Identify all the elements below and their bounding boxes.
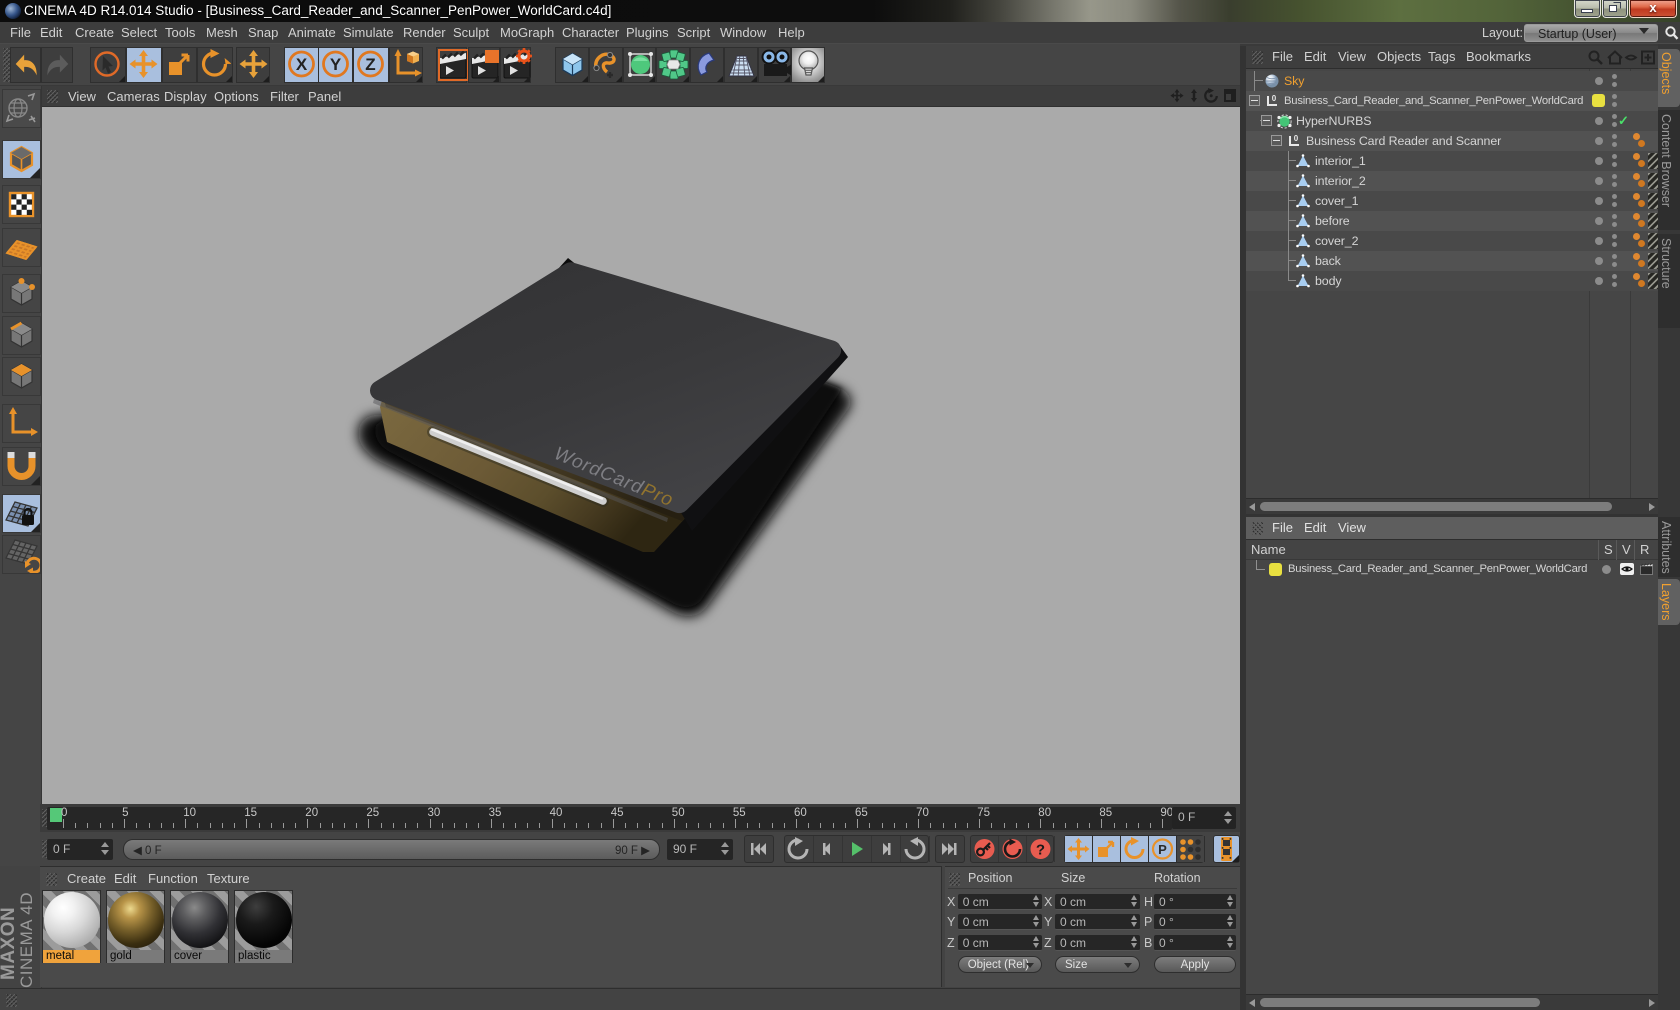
svg-text:X: X [295, 55, 307, 74]
svg-text:Y: Y [330, 55, 342, 74]
svg-text:?: ? [1036, 842, 1045, 859]
svg-text:Z: Z [366, 55, 376, 74]
svg-text:0: 0 [1294, 134, 1299, 143]
svg-text:0: 0 [1272, 94, 1277, 103]
svg-text:P: P [1158, 842, 1167, 857]
